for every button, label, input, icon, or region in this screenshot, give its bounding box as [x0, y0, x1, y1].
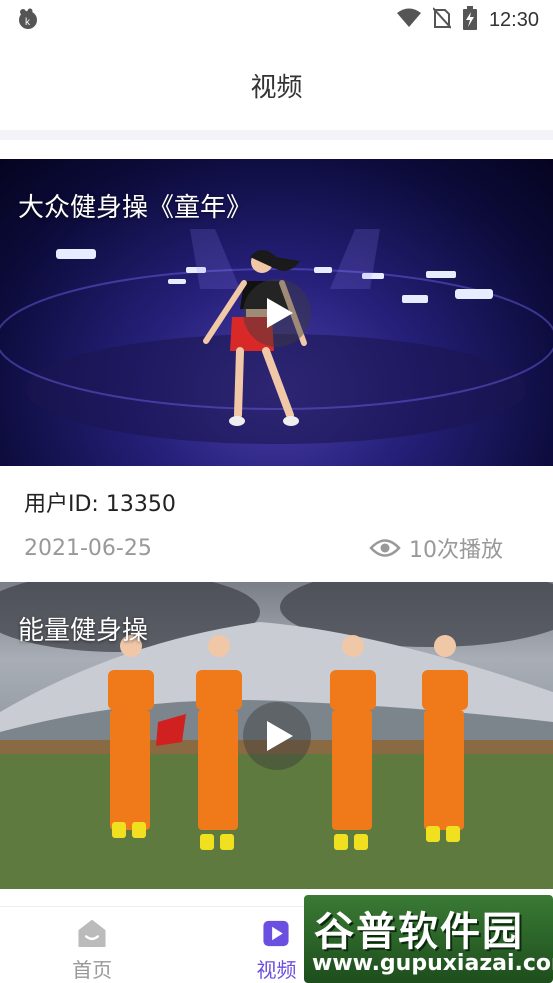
home-icon [78, 919, 106, 948]
play-button[interactable] [243, 279, 311, 347]
no-sim-icon [432, 7, 452, 33]
video-thumbnail[interactable]: 大众健身操《童年》 [0, 159, 553, 466]
user-id: 用户ID: 13350 [24, 492, 176, 517]
video-date: 2021-06-25 [24, 535, 152, 561]
nav-label: 视频 [256, 958, 297, 982]
play-icon [267, 298, 293, 328]
video-title: 能量健身操 [18, 616, 149, 646]
video-title: 大众健身操《童年》 [18, 193, 253, 223]
page-title: 视频 [250, 72, 303, 103]
video-play-icon [263, 920, 290, 947]
nav-label: 首页 [72, 958, 113, 982]
app-icon: k [16, 7, 40, 31]
status-time: 12:30 [488, 8, 539, 31]
view-count-label: 10次播放 [409, 538, 503, 563]
play-icon [267, 721, 293, 751]
status-bar: k 12:30 [0, 0, 553, 40]
eye-icon [369, 539, 401, 557]
video-card[interactable]: 大众健身操《童年》 用户ID: 13350 2021-06-25 10次播放 [0, 159, 553, 564]
nav-item-home[interactable]: 首页 [0, 907, 184, 983]
view-count: 10次播放 [369, 532, 503, 564]
header-divider [0, 130, 553, 140]
video-card[interactable]: 能量健身操 [0, 582, 553, 889]
page-header: 视频 [0, 40, 553, 130]
battery-charging-icon [462, 6, 477, 34]
play-button[interactable] [243, 702, 311, 770]
video-meta: 用户ID: 13350 2021-06-25 10次播放 [0, 486, 553, 564]
watermark-url: www.gupuxiazai.com [312, 951, 553, 976]
watermark-brand: 谷普软件园 [314, 909, 524, 955]
video-thumbnail[interactable]: 能量健身操 [0, 582, 553, 889]
wifi-icon [396, 8, 421, 32]
watermark-logo: 谷普软件园 www.gupuxiazai.com [304, 895, 553, 983]
